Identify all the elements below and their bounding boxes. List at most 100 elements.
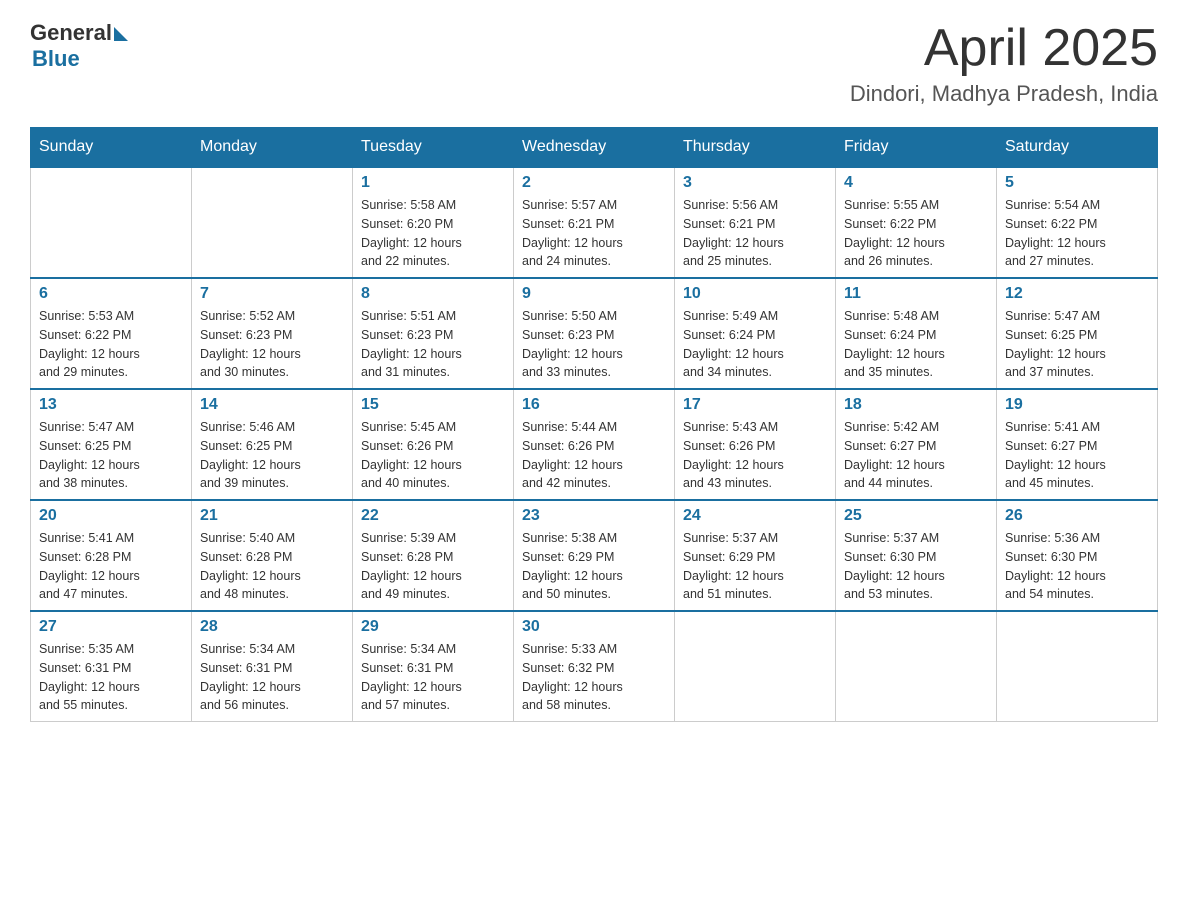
weekday-header-wednesday: Wednesday xyxy=(514,128,675,168)
weekday-header-row: SundayMondayTuesdayWednesdayThursdayFrid… xyxy=(31,128,1158,168)
calendar-cell: 21Sunrise: 5:40 AM Sunset: 6:28 PM Dayli… xyxy=(192,500,353,611)
day-info: Sunrise: 5:38 AM Sunset: 6:29 PM Dayligh… xyxy=(522,529,666,604)
day-info: Sunrise: 5:36 AM Sunset: 6:30 PM Dayligh… xyxy=(1005,529,1149,604)
day-info: Sunrise: 5:34 AM Sunset: 6:31 PM Dayligh… xyxy=(200,640,344,715)
calendar-cell: 23 Sunrise: 5:38 AM Sunset: 6:29 PM Dayli… xyxy=(514,500,675,611)
day-number: 6 xyxy=(39,285,183,303)
calendar-cell: 11 Sunrise: 5:48 AM Sunset: 6:24 PM Dayli… xyxy=(836,278,997,389)
weekday-header-sunday: Sunday xyxy=(31,128,192,168)
day-number: 8 xyxy=(361,285,505,303)
weekday-header-tuesday: Tuesday xyxy=(353,128,514,168)
calendar-cell: 3Sunrise: 5:56 AM Sunset: 6:21 PM Daylig… xyxy=(675,167,836,278)
day-info: Sunrise: 5:54 AM Sunset: 6:22 PM Dayligh… xyxy=(1005,196,1149,271)
logo-triangle-icon xyxy=(114,27,128,41)
day-number: 15 xyxy=(361,396,505,414)
calendar-cell xyxy=(192,167,353,278)
day-number: 19 xyxy=(1005,396,1149,414)
day-info: Sunrise: 5:47 AM Sunset: 6:25 PM Dayligh… xyxy=(1005,307,1149,382)
day-number: 16 xyxy=(522,396,666,414)
calendar-cell: 27Sunrise: 5:35 AM Sunset: 6:31 PM Dayli… xyxy=(31,611,192,722)
calendar-cell: 30Sunrise: 5:33 AM Sunset: 6:32 PM Dayli… xyxy=(514,611,675,722)
logo: General Blue xyxy=(30,20,128,72)
day-number: 21 xyxy=(200,507,344,525)
calendar-cell xyxy=(31,167,192,278)
day-info: Sunrise: 5:41 AM Sunset: 6:27 PM Dayligh… xyxy=(1005,418,1149,493)
calendar-cell: 24Sunrise: 5:37 AM Sunset: 6:29 PM Dayli… xyxy=(675,500,836,611)
day-number: 10 xyxy=(683,285,827,303)
calendar-cell: 28 Sunrise: 5:34 AM Sunset: 6:31 PM Dayli… xyxy=(192,611,353,722)
week-row-5: 27Sunrise: 5:35 AM Sunset: 6:31 PM Dayli… xyxy=(31,611,1158,722)
day-number: 20 xyxy=(39,507,183,525)
calendar-cell: 6 Sunrise: 5:53 AM Sunset: 6:22 PM Daylig… xyxy=(31,278,192,389)
day-info: Sunrise: 5:50 AM Sunset: 6:23 PM Dayligh… xyxy=(522,307,666,382)
calendar-cell: 10 Sunrise: 5:49 AM Sunset: 6:24 PM Dayli… xyxy=(675,278,836,389)
day-info: Sunrise: 5:51 AM Sunset: 6:23 PM Dayligh… xyxy=(361,307,505,382)
day-info: Sunrise: 5:34 AM Sunset: 6:31 PM Dayligh… xyxy=(361,640,505,715)
day-number: 5 xyxy=(1005,174,1149,192)
day-info: Sunrise: 5:53 AM Sunset: 6:22 PM Dayligh… xyxy=(39,307,183,382)
day-info: Sunrise: 5:46 AM Sunset: 6:25 PM Dayligh… xyxy=(200,418,344,493)
calendar-cell xyxy=(997,611,1158,722)
day-info: Sunrise: 5:57 AM Sunset: 6:21 PM Dayligh… xyxy=(522,196,666,271)
day-info: Sunrise: 5:39 AM Sunset: 6:28 PM Dayligh… xyxy=(361,529,505,604)
day-info: Sunrise: 5:41 AM Sunset: 6:28 PM Dayligh… xyxy=(39,529,183,604)
calendar-cell: 26 Sunrise: 5:36 AM Sunset: 6:30 PM Dayli… xyxy=(997,500,1158,611)
page-header: General Blue April 2025 Dindori, Madhya … xyxy=(30,20,1158,107)
calendar-cell: 8 Sunrise: 5:51 AM Sunset: 6:23 PM Daylig… xyxy=(353,278,514,389)
weekday-header-friday: Friday xyxy=(836,128,997,168)
calendar-cell: 18Sunrise: 5:42 AM Sunset: 6:27 PM Dayli… xyxy=(836,389,997,500)
calendar-cell: 7Sunrise: 5:52 AM Sunset: 6:23 PM Daylig… xyxy=(192,278,353,389)
weekday-header-thursday: Thursday xyxy=(675,128,836,168)
day-info: Sunrise: 5:45 AM Sunset: 6:26 PM Dayligh… xyxy=(361,418,505,493)
day-info: Sunrise: 5:55 AM Sunset: 6:22 PM Dayligh… xyxy=(844,196,988,271)
day-number: 9 xyxy=(522,285,666,303)
weekday-header-saturday: Saturday xyxy=(997,128,1158,168)
day-number: 28 xyxy=(200,618,344,636)
calendar-cell: 12 Sunrise: 5:47 AM Sunset: 6:25 PM Dayli… xyxy=(997,278,1158,389)
day-number: 11 xyxy=(844,285,988,303)
day-info: Sunrise: 5:56 AM Sunset: 6:21 PM Dayligh… xyxy=(683,196,827,271)
calendar-cell: 9 Sunrise: 5:50 AM Sunset: 6:23 PM Daylig… xyxy=(514,278,675,389)
day-number: 22 xyxy=(361,507,505,525)
weekday-header-monday: Monday xyxy=(192,128,353,168)
calendar-cell: 5 Sunrise: 5:54 AM Sunset: 6:22 PM Daylig… xyxy=(997,167,1158,278)
day-info: Sunrise: 5:37 AM Sunset: 6:30 PM Dayligh… xyxy=(844,529,988,604)
day-info: Sunrise: 5:49 AM Sunset: 6:24 PM Dayligh… xyxy=(683,307,827,382)
day-info: Sunrise: 5:47 AM Sunset: 6:25 PM Dayligh… xyxy=(39,418,183,493)
day-number: 14 xyxy=(200,396,344,414)
day-info: Sunrise: 5:43 AM Sunset: 6:26 PM Dayligh… xyxy=(683,418,827,493)
day-info: Sunrise: 5:37 AM Sunset: 6:29 PM Dayligh… xyxy=(683,529,827,604)
day-number: 2 xyxy=(522,174,666,192)
day-info: Sunrise: 5:48 AM Sunset: 6:24 PM Dayligh… xyxy=(844,307,988,382)
logo-blue-text: Blue xyxy=(32,46,80,71)
day-number: 25 xyxy=(844,507,988,525)
title-section: April 2025 Dindori, Madhya Pradesh, Indi… xyxy=(850,20,1158,107)
calendar-cell: 29 Sunrise: 5:34 AM Sunset: 6:31 PM Dayli… xyxy=(353,611,514,722)
calendar-cell: 2 Sunrise: 5:57 AM Sunset: 6:21 PM Daylig… xyxy=(514,167,675,278)
calendar-cell xyxy=(836,611,997,722)
calendar-cell: 1Sunrise: 5:58 AM Sunset: 6:20 PM Daylig… xyxy=(353,167,514,278)
calendar-cell: 14 Sunrise: 5:46 AM Sunset: 6:25 PM Dayli… xyxy=(192,389,353,500)
day-number: 29 xyxy=(361,618,505,636)
day-number: 7 xyxy=(200,285,344,303)
day-number: 4 xyxy=(844,174,988,192)
calendar-table: SundayMondayTuesdayWednesdayThursdayFrid… xyxy=(30,127,1158,722)
week-row-1: 1Sunrise: 5:58 AM Sunset: 6:20 PM Daylig… xyxy=(31,167,1158,278)
calendar-cell: 25 Sunrise: 5:37 AM Sunset: 6:30 PM Dayli… xyxy=(836,500,997,611)
calendar-cell: 15 Sunrise: 5:45 AM Sunset: 6:26 PM Dayli… xyxy=(353,389,514,500)
day-number: 23 xyxy=(522,507,666,525)
day-info: Sunrise: 5:58 AM Sunset: 6:20 PM Dayligh… xyxy=(361,196,505,271)
day-number: 17 xyxy=(683,396,827,414)
calendar-cell: 17 Sunrise: 5:43 AM Sunset: 6:26 PM Dayli… xyxy=(675,389,836,500)
week-row-3: 13 Sunrise: 5:47 AM Sunset: 6:25 PM Dayli… xyxy=(31,389,1158,500)
day-number: 26 xyxy=(1005,507,1149,525)
day-info: Sunrise: 5:44 AM Sunset: 6:26 PM Dayligh… xyxy=(522,418,666,493)
day-info: Sunrise: 5:33 AM Sunset: 6:32 PM Dayligh… xyxy=(522,640,666,715)
month-title: April 2025 xyxy=(850,20,1158,77)
day-number: 12 xyxy=(1005,285,1149,303)
day-number: 27 xyxy=(39,618,183,636)
day-number: 13 xyxy=(39,396,183,414)
calendar-cell: 22 Sunrise: 5:39 AM Sunset: 6:28 PM Dayli… xyxy=(353,500,514,611)
logo-general-text: General xyxy=(30,20,112,46)
calendar-cell: 19 Sunrise: 5:41 AM Sunset: 6:27 PM Dayli… xyxy=(997,389,1158,500)
